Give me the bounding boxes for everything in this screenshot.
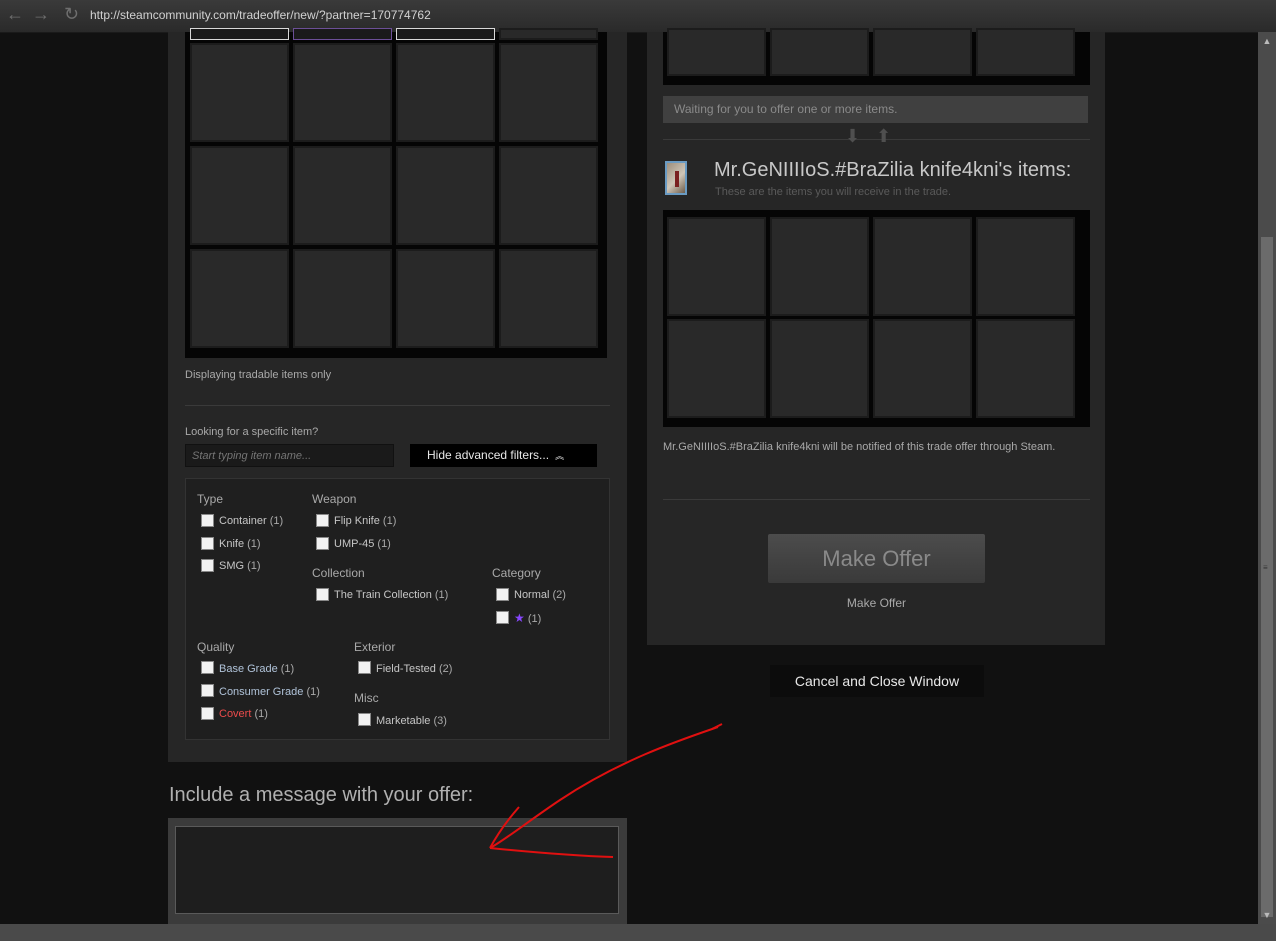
annotation-arrow	[489, 723, 723, 858]
